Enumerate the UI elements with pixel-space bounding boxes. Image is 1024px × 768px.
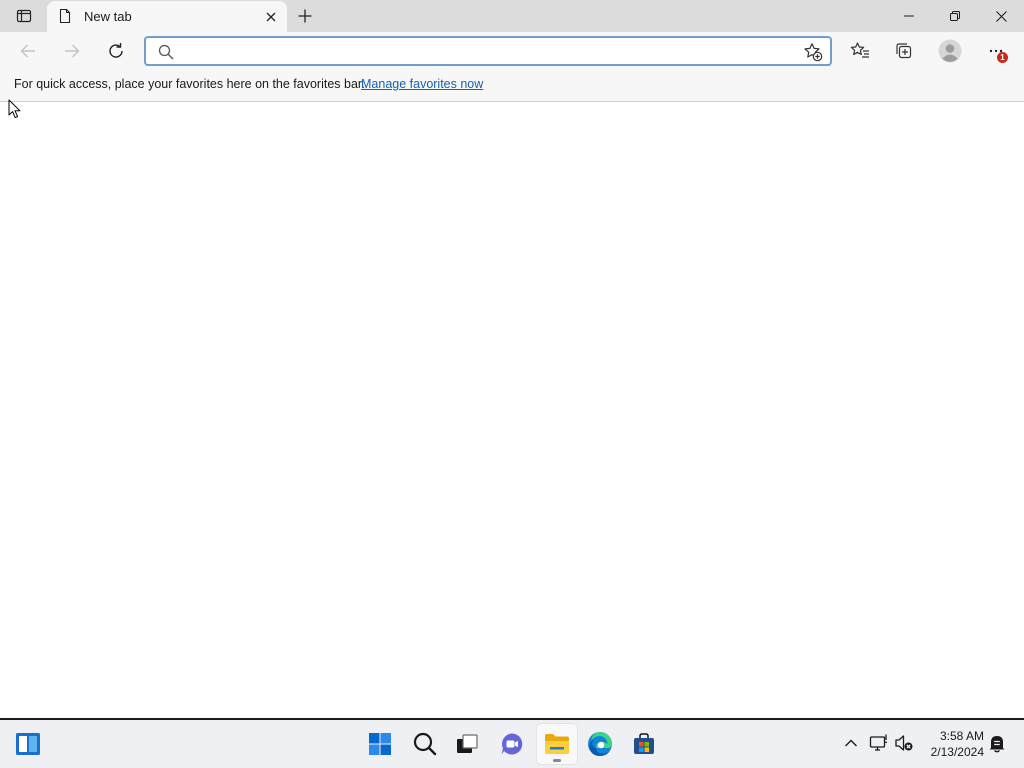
close-icon	[995, 10, 1007, 22]
tab-close-button[interactable]	[261, 7, 281, 27]
task-view-icon	[457, 734, 478, 753]
task-view-button[interactable]	[447, 724, 487, 764]
favorites-button[interactable]	[844, 36, 876, 66]
tab-strip: New tab	[0, 0, 1024, 32]
page-content[interactable]	[0, 103, 1024, 718]
minimize-icon	[904, 15, 914, 17]
restore-icon	[950, 11, 960, 21]
volume-muted-icon	[895, 735, 913, 751]
show-hidden-icons-button[interactable]	[840, 732, 862, 754]
search-icon	[413, 732, 437, 756]
widgets-button[interactable]	[8, 724, 48, 764]
restore-button[interactable]	[932, 0, 978, 32]
windows-start-icon	[369, 733, 391, 755]
forward-button[interactable]	[56, 36, 88, 66]
profile-button[interactable]	[934, 36, 966, 66]
notifications-button[interactable]	[986, 732, 1008, 754]
notification-badge: 1	[997, 52, 1008, 63]
favorites-icon	[850, 42, 869, 58]
store-icon	[634, 733, 654, 754]
tab-actions-icon	[16, 9, 32, 23]
add-favorite-button[interactable]	[802, 41, 824, 63]
manage-favorites-link[interactable]: Manage favorites now	[361, 77, 483, 91]
tab-actions-button[interactable]	[8, 4, 40, 28]
refresh-button[interactable]	[100, 36, 132, 66]
back-button[interactable]	[12, 36, 44, 66]
taskbar: 3:58 AM 2/13/2024	[0, 718, 1024, 768]
browser-toolbar: 1	[0, 32, 1024, 70]
favorites-bar: For quick access, place your favorites h…	[0, 70, 1024, 102]
start-button[interactable]	[360, 724, 400, 764]
clock-date: 2/13/2024	[930, 745, 984, 759]
folder-icon	[545, 734, 569, 754]
star-add-icon	[804, 43, 823, 62]
settings-more-button[interactable]: 1	[980, 36, 1012, 66]
edge-button[interactable]	[580, 724, 620, 764]
new-tab-button[interactable]	[291, 3, 319, 29]
clock[interactable]: 3:58 AM 2/13/2024	[918, 728, 984, 760]
chat-icon	[501, 733, 523, 755]
avatar-icon	[938, 39, 962, 63]
collections-icon	[896, 43, 912, 59]
page-icon	[59, 8, 71, 24]
chat-button[interactable]	[492, 724, 532, 764]
plus-icon	[298, 9, 312, 23]
close-icon	[266, 12, 276, 22]
forward-arrow-icon	[65, 44, 80, 58]
favorites-bar-message: For quick access, place your favorites h…	[14, 77, 365, 91]
store-button[interactable]	[624, 724, 664, 764]
tab-new-tab[interactable]: New tab	[47, 1, 287, 32]
collections-button[interactable]	[888, 36, 920, 66]
mouse-cursor-icon	[8, 99, 21, 119]
widgets-icon	[16, 733, 40, 755]
address-input[interactable]	[180, 40, 800, 62]
address-bar[interactable]	[144, 36, 832, 66]
minimize-button[interactable]	[886, 0, 932, 32]
taskbar-search-button[interactable]	[405, 724, 445, 764]
file-explorer-button[interactable]	[537, 724, 577, 764]
network-button[interactable]	[868, 732, 890, 754]
clock-time: 3:58 AM	[939, 729, 984, 743]
close-window-button[interactable]	[978, 0, 1024, 32]
back-arrow-icon	[20, 44, 35, 58]
volume-button[interactable]	[893, 732, 915, 754]
notification-icon	[989, 736, 1005, 753]
tab-title: New tab	[84, 9, 132, 24]
edge-icon	[588, 732, 612, 756]
search-icon	[158, 44, 174, 60]
refresh-icon	[109, 43, 123, 58]
chevron-up-icon	[845, 739, 857, 747]
network-icon	[869, 734, 887, 751]
